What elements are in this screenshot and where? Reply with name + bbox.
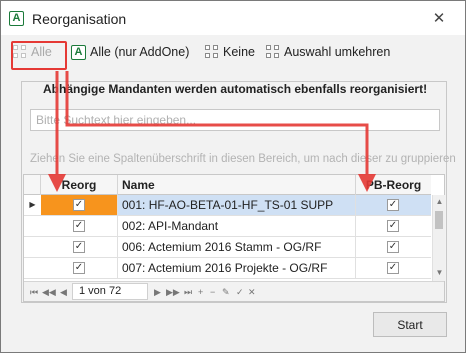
reorg-cell: ✓: [41, 258, 118, 278]
select-none-label: Keine: [223, 45, 255, 59]
add-record-icon[interactable]: +: [198, 286, 203, 298]
edit-record-icon[interactable]: ✎: [222, 286, 230, 298]
name-cell: 002: API-Mandant: [118, 216, 356, 236]
scroll-up-icon[interactable]: ▲: [434, 197, 445, 208]
reorg-checkbox[interactable]: ✓: [73, 199, 85, 211]
name-cell: 007: Actemium 2016 Projekte - OG/RF: [118, 258, 356, 278]
reorg-cell: ✓: [41, 195, 118, 215]
next-page-icon[interactable]: ▶: [154, 286, 161, 298]
table-row[interactable]: ✓ 007: Actemium 2016 Projekte - OG/RF ✓: [24, 258, 431, 279]
invert-selection-label: Auswahl umkehren: [284, 45, 391, 59]
scroll-thumb[interactable]: [435, 211, 443, 229]
invert-selection-grid-icon: [266, 45, 280, 59]
window-title: Reorganisation: [32, 11, 127, 27]
search-input[interactable]: [30, 109, 440, 131]
pb-reorg-cell: ✓: [356, 195, 431, 215]
table-row[interactable]: ✓ 002: API-Mandant ✓: [24, 216, 431, 237]
cancel-record-icon[interactable]: ✕: [248, 286, 256, 298]
row-indicator: [24, 216, 41, 236]
start-button[interactable]: Start: [373, 312, 447, 337]
save-record-icon[interactable]: ✓: [236, 286, 244, 298]
title-bar: A Reorganisation ✕: [1, 1, 465, 35]
reorg-cell: ✓: [41, 216, 118, 236]
delete-record-icon[interactable]: −: [210, 286, 215, 298]
reorg-cell: ✓: [41, 237, 118, 257]
pb-reorg-cell: ✓: [356, 237, 431, 257]
pb-reorg-checkbox[interactable]: ✓: [387, 262, 399, 274]
select-all-addone-button[interactable]: A Alle (nur AddOne): [71, 41, 189, 63]
select-none-button[interactable]: Keine: [205, 41, 255, 63]
pb-reorg-cell: ✓: [356, 216, 431, 236]
column-header-pb-reorg[interactable]: PB-Reorg: [356, 175, 431, 195]
info-text: Abhängige Mandanten werden automatisch e…: [43, 82, 428, 96]
group-panel-hint[interactable]: Ziehen Sie eine Spaltenüberschrift in di…: [30, 153, 456, 165]
page-indicator[interactable]: 1 von 72: [72, 283, 148, 300]
annotation-highlight-box: [11, 41, 67, 70]
table-header: Reorg Name PB-Reorg: [24, 175, 431, 195]
reorg-checkbox[interactable]: ✓: [73, 241, 85, 253]
prev-page-icon[interactable]: ◀: [60, 286, 67, 298]
table-row[interactable]: ▶ ✓ 001: HF-AO-BETA-01-HF_TS-01 SUPP ✓: [24, 195, 431, 216]
reorganisation-dialog: A Reorganisation ✕ Alle A Alle (nur AddO…: [0, 0, 466, 353]
app-icon: A: [9, 11, 24, 26]
pb-reorg-checkbox[interactable]: ✓: [387, 199, 399, 211]
close-icon[interactable]: ✕: [429, 9, 449, 29]
row-indicator: [24, 258, 41, 278]
column-header-name[interactable]: Name: [118, 175, 356, 195]
toolbar: Alle A Alle (nur AddOne) Keine Auswahl u…: [1, 39, 465, 67]
name-cell: 006: Actemium 2016 Stamm - OG/RF: [118, 237, 356, 257]
table-row[interactable]: ✓ 006: Actemium 2016 Stamm - OG/RF ✓: [24, 237, 431, 258]
row-indicator-header: [24, 175, 41, 195]
pb-reorg-cell: ✓: [356, 258, 431, 278]
pb-reorg-checkbox[interactable]: ✓: [387, 220, 399, 232]
select-all-addone-label: Alle (nur AddOne): [90, 45, 190, 59]
invert-selection-button[interactable]: Auswahl umkehren: [266, 41, 390, 63]
column-header-reorg[interactable]: Reorg: [41, 175, 118, 195]
last-page-icon[interactable]: ⏭: [184, 286, 192, 298]
first-page-icon[interactable]: ⏮: [30, 286, 38, 298]
prev-block-icon[interactable]: ◀◀: [42, 286, 56, 298]
addone-icon: A: [71, 44, 86, 60]
next-block-icon[interactable]: ▶▶: [166, 286, 180, 298]
pager: ⏮ ◀◀ ◀ 1 von 72 ▶ ▶▶ ⏭ + − ✎ ✓ ✕: [24, 281, 444, 301]
row-indicator: [24, 237, 41, 257]
reorg-checkbox[interactable]: ✓: [73, 220, 85, 232]
reorg-checkbox[interactable]: ✓: [73, 262, 85, 274]
scroll-down-icon[interactable]: ▼: [434, 268, 445, 279]
mandanten-table: Reorg Name PB-Reorg ▶ ✓ 001: HF-AO-BETA-…: [23, 174, 445, 302]
vertical-scrollbar[interactable]: ▲ ▼: [432, 195, 445, 281]
row-focus-indicator-icon: ▶: [29, 200, 36, 209]
select-none-grid-icon: [205, 45, 219, 59]
name-cell: 001: HF-AO-BETA-01-HF_TS-01 SUPP: [118, 195, 356, 215]
pb-reorg-checkbox[interactable]: ✓: [387, 241, 399, 253]
